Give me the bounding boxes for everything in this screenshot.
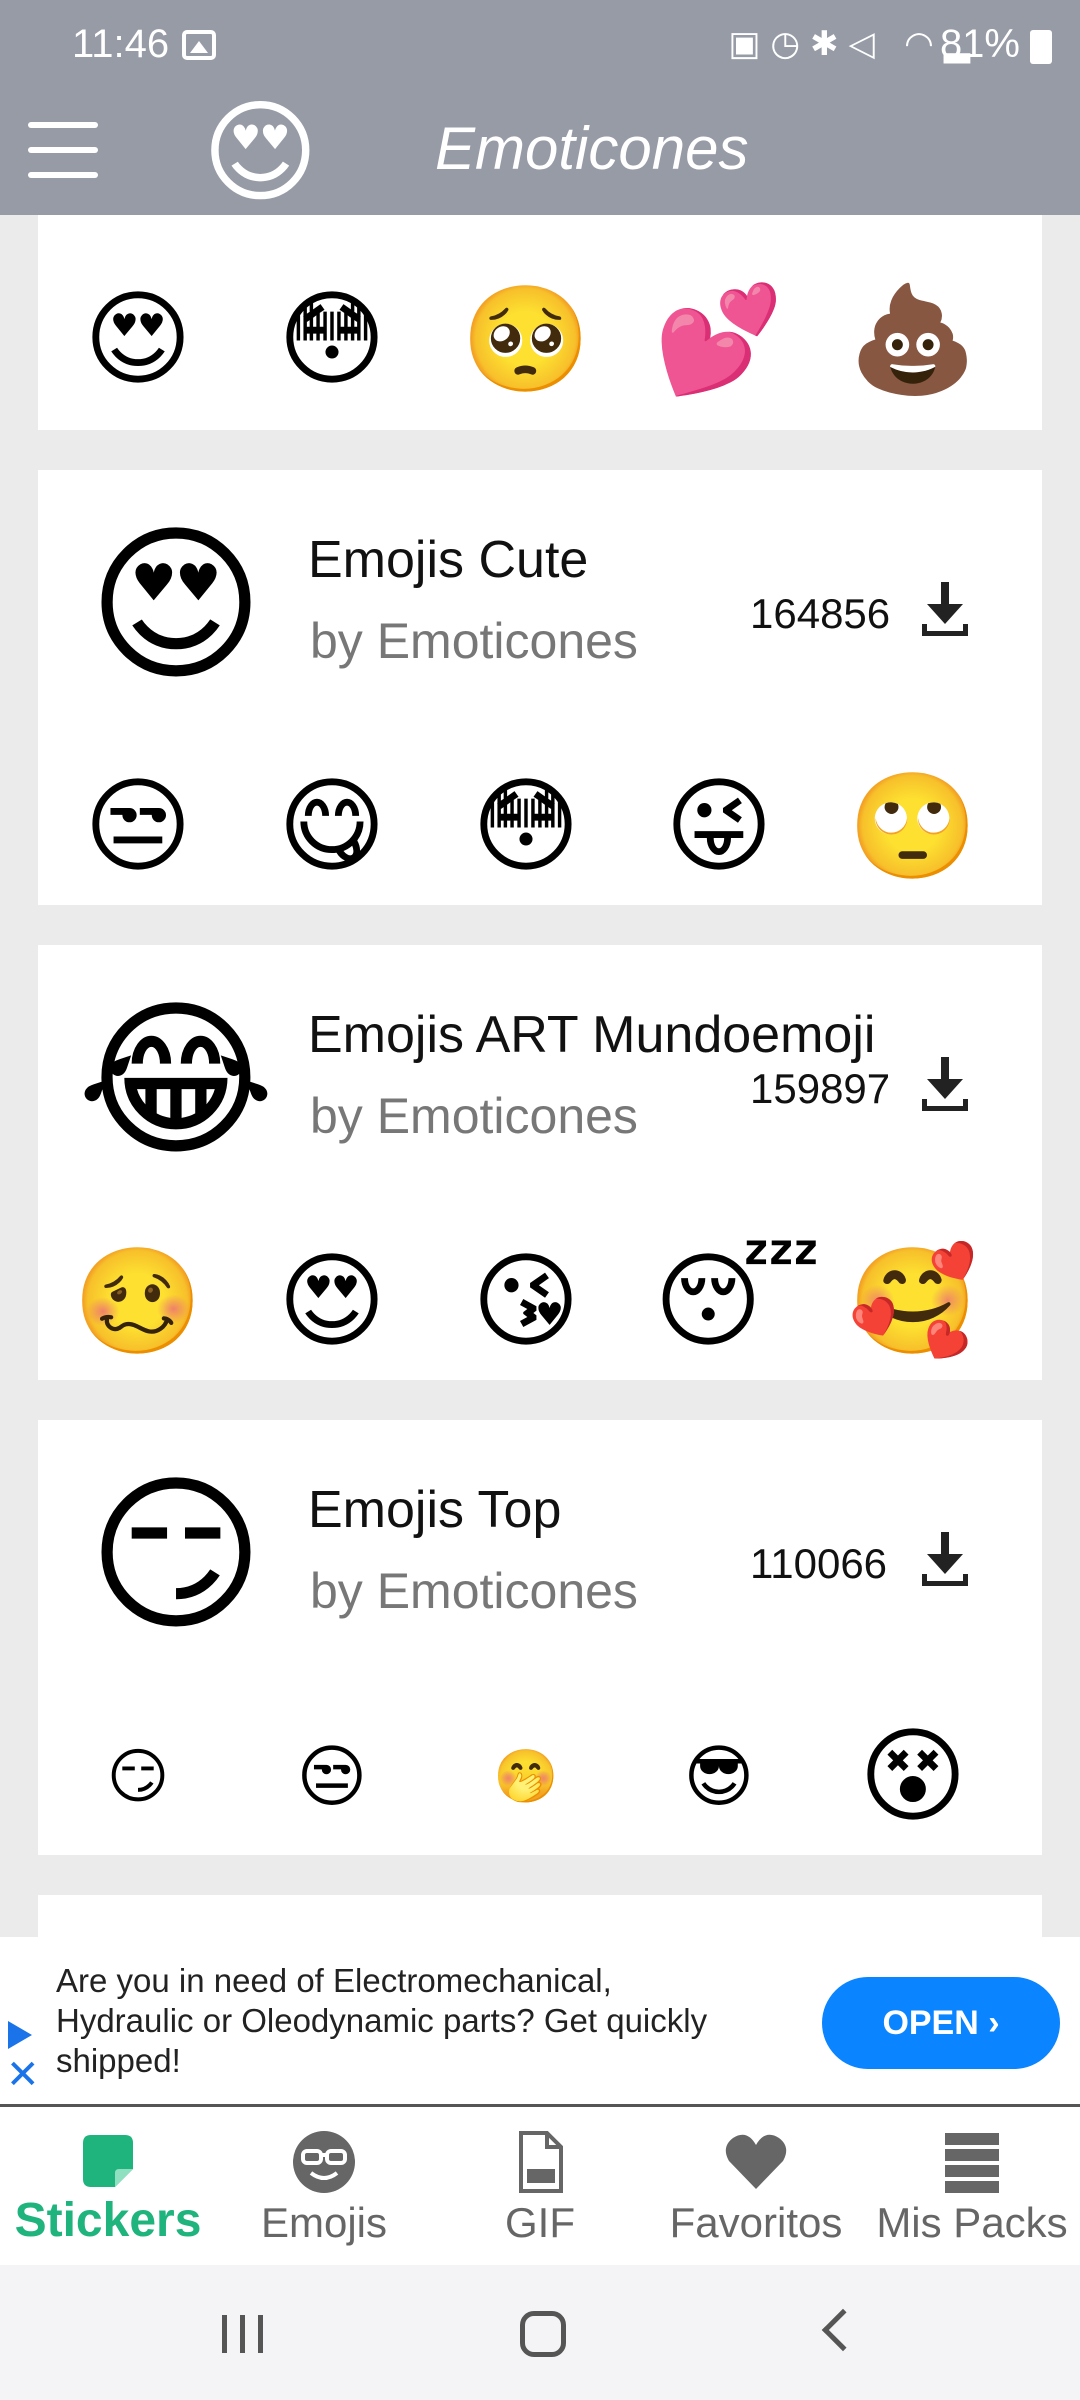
- sticker-pack-card[interactable]: 😂 Emojis ART Mundoemoji by Emoticones 15…: [38, 945, 1042, 1380]
- sticker-thumb[interactable]: 💩: [848, 275, 978, 405]
- nav-label: Stickers: [14, 2194, 202, 2247]
- download-icon[interactable]: [920, 1532, 970, 1588]
- pack-header: 😍 Emojis Cute by Emoticones 164856: [38, 470, 1042, 750]
- ad-text: Are you in need of Electromechanical, Hy…: [56, 1962, 708, 2079]
- sticker-icon: [83, 2135, 133, 2187]
- menu-icon[interactable]: [28, 118, 98, 182]
- nav-gif[interactable]: GIF: [432, 2107, 648, 2265]
- sticker-thumb[interactable]: 🥰: [848, 1237, 978, 1367]
- battery-icon: [1030, 30, 1052, 64]
- emoji-face-icon: [293, 2131, 355, 2193]
- sticker-thumb[interactable]: 😏: [73, 1712, 203, 1842]
- sticker-thumb[interactable]: 😘: [461, 1237, 591, 1367]
- bottom-navigation: Stickers Emojis GIF Favoritos Mis Packs: [0, 2107, 1080, 2265]
- status-bar: 11:46 ▣◷✱◁ ◠▂ 81%: [0, 0, 1080, 90]
- app-logo: 😍: [202, 90, 319, 215]
- sticker-thumb[interactable]: 💕: [654, 275, 784, 405]
- sticker-thumb[interactable]: 😳: [267, 275, 397, 405]
- download-icon[interactable]: [920, 582, 970, 638]
- ad-choices-icon[interactable]: [8, 2021, 32, 2049]
- sticker-thumb[interactable]: 😒: [267, 1712, 397, 1842]
- sticker-thumb[interactable]: 😎: [654, 1712, 784, 1842]
- sticker-thumb[interactable]: 🥺: [461, 275, 591, 405]
- nav-emojis[interactable]: Emojis: [216, 2107, 432, 2265]
- status-time: 11:46: [72, 22, 170, 66]
- download-count: 159897: [750, 1065, 891, 1112]
- sticker-thumb[interactable]: 😜: [654, 762, 784, 892]
- system-navigation: [0, 2265, 1080, 2400]
- pack-author: by Emoticones: [310, 613, 638, 669]
- gif-file-icon: [519, 2131, 563, 2193]
- app-bar: 😍 Emoticones: [0, 90, 1080, 215]
- pack-title: Emojis Cute: [308, 531, 589, 589]
- download-count: 164856: [750, 590, 891, 637]
- nav-label: Favoritos: [669, 2199, 843, 2246]
- nav-favoritos[interactable]: Favoritos: [648, 2107, 864, 2265]
- nav-stickers[interactable]: Stickers: [0, 2107, 216, 2265]
- close-icon[interactable]: ✕: [6, 2055, 40, 2095]
- sticker-thumb[interactable]: 😴: [654, 1237, 821, 1367]
- sticker-pack-card[interactable]: [38, 1895, 1042, 1937]
- pack-author: by Emoticones: [310, 1088, 638, 1144]
- sticker-thumb[interactable]: 😍: [267, 1237, 397, 1367]
- sticker-thumb[interactable]: 😵: [848, 1712, 978, 1842]
- stack-icon: [945, 2133, 999, 2193]
- battery-percent: 81%: [939, 22, 1020, 66]
- sticker-pack-card[interactable]: 😍 😳 🥺 💕 💩: [38, 215, 1042, 430]
- sticker-thumb[interactable]: 😳: [461, 762, 591, 892]
- sticker-thumb[interactable]: 🙄: [848, 762, 978, 892]
- pack-cover: 😏: [87, 1461, 265, 1651]
- sticker-thumb[interactable]: 🥴: [73, 1237, 203, 1367]
- gallery-notification-icon: [182, 30, 216, 60]
- download-count: 110066: [750, 1540, 888, 1587]
- sticker-thumb[interactable]: 😍: [73, 275, 203, 405]
- back-icon[interactable]: [821, 2308, 865, 2352]
- top-bar: 11:46 ▣◷✱◁ ◠▂ 81% 😍 Emoticones: [0, 0, 1080, 215]
- sticker-thumb[interactable]: 😋: [267, 762, 397, 892]
- pack-title: Emojis Top: [308, 1481, 562, 1539]
- pack-thumbnails: 😏 😒 🤭 😎 😵: [38, 1700, 1042, 1850]
- nav-label: Mis Packs: [876, 2199, 1068, 2246]
- nav-mis-packs[interactable]: Mis Packs: [864, 2107, 1080, 2265]
- sticker-pack-card[interactable]: 😏 Emojis Top by Emoticones 110066 😏 😒 🤭 …: [38, 1420, 1042, 1855]
- recents-icon[interactable]: [222, 2315, 266, 2353]
- pack-thumbnails: 🥴 😍 😘 😴 🥰: [38, 1225, 1042, 1375]
- home-icon[interactable]: [520, 2311, 566, 2357]
- pack-thumbnails: 😍 😳 🥺 💕 💩: [38, 263, 1042, 413]
- sticker-thumb[interactable]: 😒: [73, 762, 203, 892]
- pack-title: Emojis ART Mundoemoji: [308, 1006, 876, 1064]
- pack-header: 😂 Emojis ART Mundoemoji by Emoticones 15…: [38, 945, 1042, 1225]
- app-title: Emoticones: [435, 115, 749, 182]
- pack-cover: 😍: [87, 511, 265, 701]
- pack-cover: 😂: [76, 986, 276, 1176]
- pack-header: 😏 Emojis Top by Emoticones 110066: [38, 1420, 1042, 1700]
- heart-icon: [725, 2134, 787, 2189]
- ad-banner[interactable]: ✕ Are you in need of Electromechanical, …: [0, 1937, 1080, 2107]
- nav-label: GIF: [505, 2199, 575, 2246]
- ad-open-button[interactable]: OPEN ›: [822, 1977, 1060, 2069]
- nav-label: Emojis: [260, 2199, 388, 2246]
- sticker-thumb[interactable]: 🤭: [461, 1712, 591, 1842]
- sticker-pack-card[interactable]: 😍 Emojis Cute by Emoticones 164856 😒 😋 😳…: [38, 470, 1042, 905]
- pack-thumbnails: 😒 😋 😳 😜 🙄: [38, 750, 1042, 900]
- pack-author: by Emoticones: [310, 1563, 638, 1619]
- download-icon[interactable]: [920, 1057, 970, 1113]
